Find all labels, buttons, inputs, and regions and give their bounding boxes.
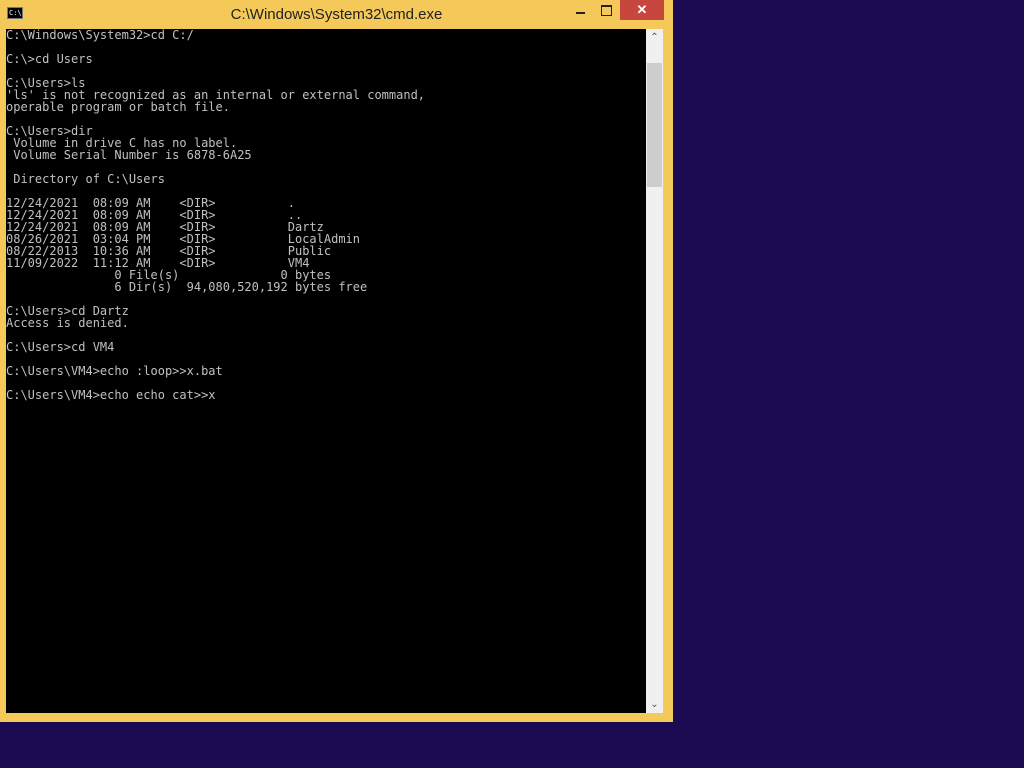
scroll-down-arrow-icon[interactable]: ⌄ <box>646 696 663 713</box>
minimize-icon <box>575 11 585 14</box>
maximize-icon <box>600 5 612 17</box>
console-line: operable program or batch file. <box>6 99 230 114</box>
console-line: C:\>cd Users <box>6 51 93 66</box>
console-line: Volume Serial Number is 6878-6A25 <box>6 147 252 162</box>
console-line: 6 Dir(s) 94,080,520,192 bytes free <box>6 279 368 294</box>
close-icon: ✕ <box>636 2 648 17</box>
minimize-button[interactable] <box>565 0 595 20</box>
console-line: C:\Users\VM4>echo echo cat>>x <box>6 387 216 402</box>
maximize-button[interactable] <box>593 0 619 20</box>
title-bar[interactable]: C:\ C:\Windows\System32\cmd.exe ✕ <box>0 0 673 28</box>
scroll-up-arrow-icon[interactable]: ⌃ <box>646 29 663 46</box>
console-output[interactable]: C:\Windows\System32>cd C:/ C:\>cd Users … <box>6 29 646 713</box>
vertical-scrollbar[interactable]: ⌃ ⌄ <box>646 29 663 713</box>
console-text: C:\Windows\System32>cd C:/ C:\>cd Users … <box>6 29 620 401</box>
console-line: C:\Users\VM4>echo :loop>>x.bat <box>6 363 223 378</box>
console-line: C:\Users>cd VM4 <box>6 339 115 354</box>
cmd-window: C:\ C:\Windows\System32\cmd.exe ✕ C:\Win… <box>0 0 673 722</box>
scroll-thumb[interactable] <box>647 63 662 187</box>
console-line: Access is denied. <box>6 315 129 330</box>
console-line: C:\Windows\System32>cd C:/ <box>6 29 194 42</box>
console-line: Directory of C:\Users <box>6 171 165 186</box>
close-button[interactable]: ✕ <box>620 0 664 20</box>
